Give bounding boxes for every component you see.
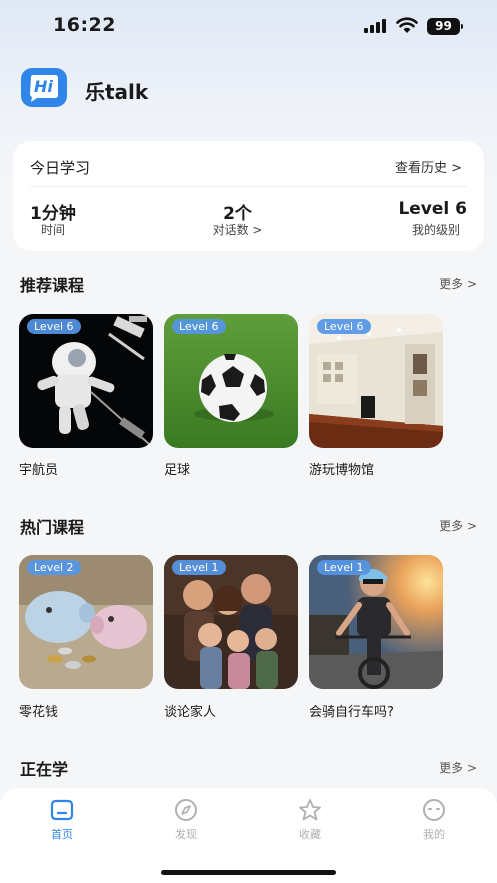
level-badge: Level 1	[172, 560, 226, 575]
tab-favorites[interactable]: 收藏	[280, 798, 340, 846]
astronaut-image	[19, 314, 153, 448]
level-badge: Level 1	[317, 560, 371, 575]
star-icon	[299, 799, 321, 821]
home-icon	[50, 799, 74, 821]
level-badge: Level 6	[27, 319, 81, 334]
compass-icon	[175, 799, 197, 821]
level-badge: Level 2	[27, 560, 81, 575]
app-title: 乐talk	[85, 80, 149, 104]
piggy-banks-image	[19, 555, 153, 689]
course-name[interactable]: 谈论家人	[164, 701, 216, 720]
view-history-link[interactable]: 查看历史 >	[395, 157, 462, 176]
profile-icon	[423, 799, 445, 821]
tab-bar: 首页 发现 收藏 我的	[0, 788, 497, 883]
course-card-piggy-banks[interactable]: Level 2	[19, 555, 153, 689]
course-card-museum[interactable]: Level 6	[309, 314, 443, 448]
status-bar: 16:22 99	[0, 0, 497, 54]
course-card-soccer[interactable]: Level 6	[164, 314, 298, 448]
course-card-cyclist[interactable]: Level 1	[309, 555, 443, 689]
tab-discover[interactable]: 发现	[156, 798, 216, 846]
tab-label: 收藏	[299, 828, 321, 841]
course-name[interactable]: 宇航员	[19, 459, 58, 478]
tab-label: 我的	[423, 828, 445, 841]
tab-label: 首页	[51, 828, 73, 841]
tab-home[interactable]: 首页	[32, 798, 92, 846]
today-study-card: 今日学习 查看历史 > 1分钟 时间 2个 对话数 > Level 6 我的级别	[13, 141, 484, 251]
app-logo: Hi	[21, 68, 67, 107]
learning-title: 正在学	[20, 760, 69, 779]
course-name[interactable]: 零花钱	[19, 701, 58, 720]
museum-image	[309, 314, 443, 448]
level-badge: Level 6	[172, 319, 226, 334]
today-title: 今日学习	[30, 159, 91, 177]
stat-level-value: Level 6	[398, 199, 467, 219]
course-name[interactable]: 足球	[164, 459, 190, 478]
recommended-title: 推荐课程	[20, 276, 85, 295]
course-name[interactable]: 会骑自行车吗?	[309, 701, 394, 720]
recommended-more-link[interactable]: 更多 >	[439, 275, 477, 292]
wifi-icon	[396, 17, 418, 33]
stat-dialogs-label[interactable]: 对话数 >	[13, 221, 462, 238]
home-indicator	[161, 870, 336, 875]
level-badge: Level 6	[317, 319, 371, 334]
signal-icon	[364, 19, 388, 33]
learning-more-link[interactable]: 更多 >	[439, 759, 477, 776]
course-card-astronaut[interactable]: Level 6	[19, 314, 153, 448]
battery-level: 99	[427, 18, 460, 35]
tab-profile[interactable]: 我的	[404, 798, 464, 846]
family-image	[164, 555, 298, 689]
stat-level-label: 我的级别	[411, 223, 460, 237]
popular-title: 热门课程	[20, 518, 85, 537]
battery-icon: 99	[427, 18, 463, 35]
popular-more-link[interactable]: 更多 >	[439, 517, 477, 534]
soccer-ball-image	[164, 314, 298, 448]
status-time: 16:22	[53, 14, 116, 36]
tab-label: 发现	[175, 828, 197, 841]
app-logo-text: Hi	[34, 77, 53, 96]
cyclist-image	[309, 555, 443, 689]
course-card-family[interactable]: Level 1	[164, 555, 298, 689]
course-name[interactable]: 游玩博物馆	[309, 459, 374, 478]
divider	[30, 186, 467, 187]
